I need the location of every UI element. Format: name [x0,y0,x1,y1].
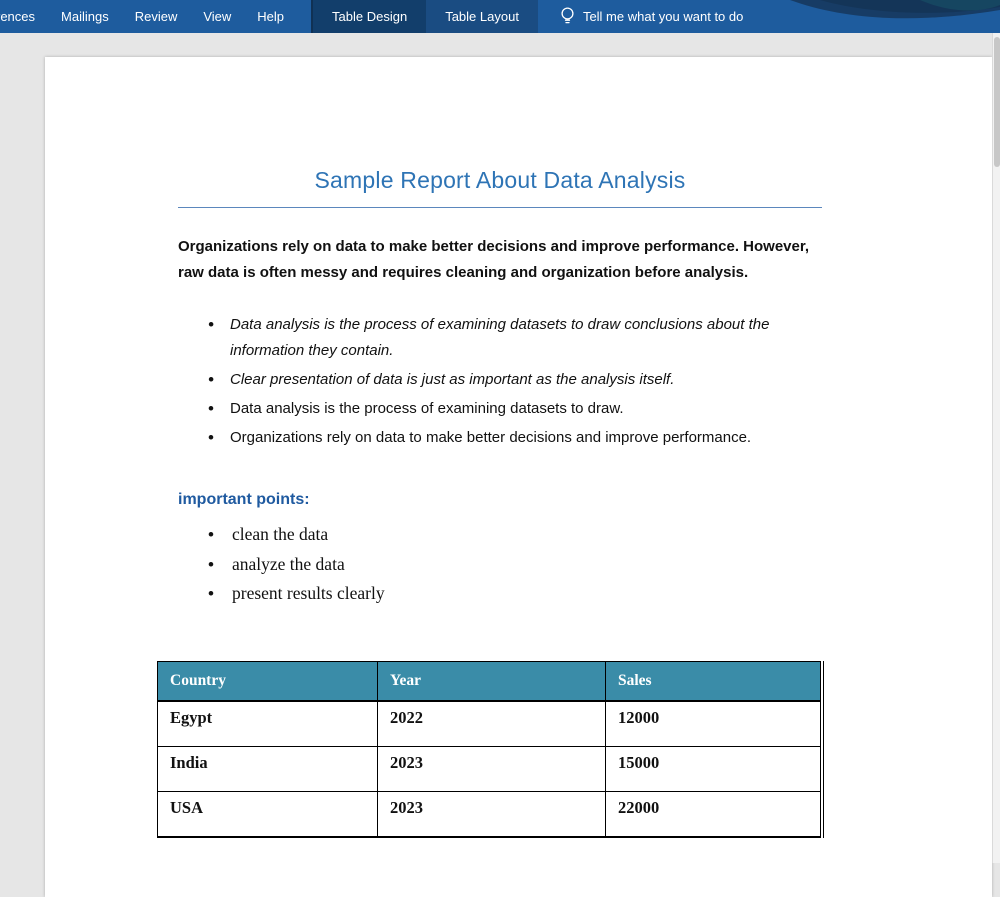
document-workspace: Sample Report About Data Analysis Organi… [0,33,1000,897]
ribbon-tab-mailings[interactable]: Mailings [48,0,122,33]
table-row: Egypt 2022 12000 [157,700,821,747]
table-cell[interactable]: 22000 [605,791,821,838]
table-cell[interactable]: 2023 [377,791,606,838]
ribbon-tab-table-layout[interactable]: Table Layout [426,0,538,33]
table-cell[interactable]: 12000 [605,700,821,747]
point-item[interactable]: clean the data [178,520,822,550]
decorative-swoosh [790,0,1000,19]
point-item[interactable]: present results clearly [178,579,822,609]
ribbon-tab-rences[interactable]: rences [0,0,48,33]
table-row: India 2023 15000 [157,746,821,792]
important-points-list: clean the dataanalyze the datapresent re… [178,520,822,609]
table-cell[interactable]: USA [157,791,378,838]
ribbon-tab-bar: rencesMailingsReviewViewHelp Table Desig… [0,0,1000,33]
table-header-year[interactable]: Year [377,660,606,702]
document-title[interactable]: Sample Report About Data Analysis [178,167,822,208]
bullet-item[interactable]: Data analysis is the process of examinin… [178,396,822,422]
table-header-sales[interactable]: Sales [605,660,821,702]
ribbon-tab-view[interactable]: View [190,0,244,33]
table-row: USA 2023 22000 [157,791,821,838]
point-item[interactable]: analyze the data [178,550,822,580]
important-points-heading[interactable]: important points: [178,491,822,509]
bullet-item[interactable]: Data analysis is the process of examinin… [178,312,822,364]
bullet-list: Data analysis is the process of examinin… [178,312,822,451]
table-header-country[interactable]: Country [157,660,378,702]
vertical-scrollbar[interactable] [992,33,1000,863]
ribbon-tab-review[interactable]: Review [122,0,191,33]
ribbon-tabs: rencesMailingsReviewViewHelp [0,0,297,33]
document-page[interactable]: Sample Report About Data Analysis Organi… [45,57,992,897]
table-cell[interactable]: Egypt [157,700,378,747]
table-cell[interactable]: 2022 [377,700,606,747]
intro-paragraph[interactable]: Organizations rely on data to make bette… [178,234,822,285]
data-table-wrap: Country Year Sales Egypt 2022 12000 India 2023… [157,660,824,839]
table-body: Egypt 2022 12000 India 2023 15000 USA 2023 22000 [157,700,821,838]
bullet-item[interactable]: Clear presentation of data is just as im… [178,367,822,393]
lightbulb-icon [560,6,575,27]
data-table[interactable]: Country Year Sales Egypt 2022 12000 India 2023… [157,660,821,839]
table-cell[interactable]: 15000 [605,746,821,792]
scrollbar-thumb[interactable] [994,37,1000,167]
ribbon-tab-table-design[interactable]: Table Design [313,0,427,33]
tell-me-label: Tell me what you want to do [582,9,744,24]
bullet-item[interactable]: Organizations rely on data to make bette… [178,425,822,451]
table-contextual-tabs: Table Design Table Layout [311,0,538,33]
table-header-row: Country Year Sales [157,660,821,702]
table-cell[interactable]: India [157,746,378,792]
ribbon-tab-help[interactable]: Help [244,0,297,33]
table-cell[interactable]: 2023 [377,746,606,792]
tell-me-box[interactable]: Tell me what you want to do [546,0,757,33]
